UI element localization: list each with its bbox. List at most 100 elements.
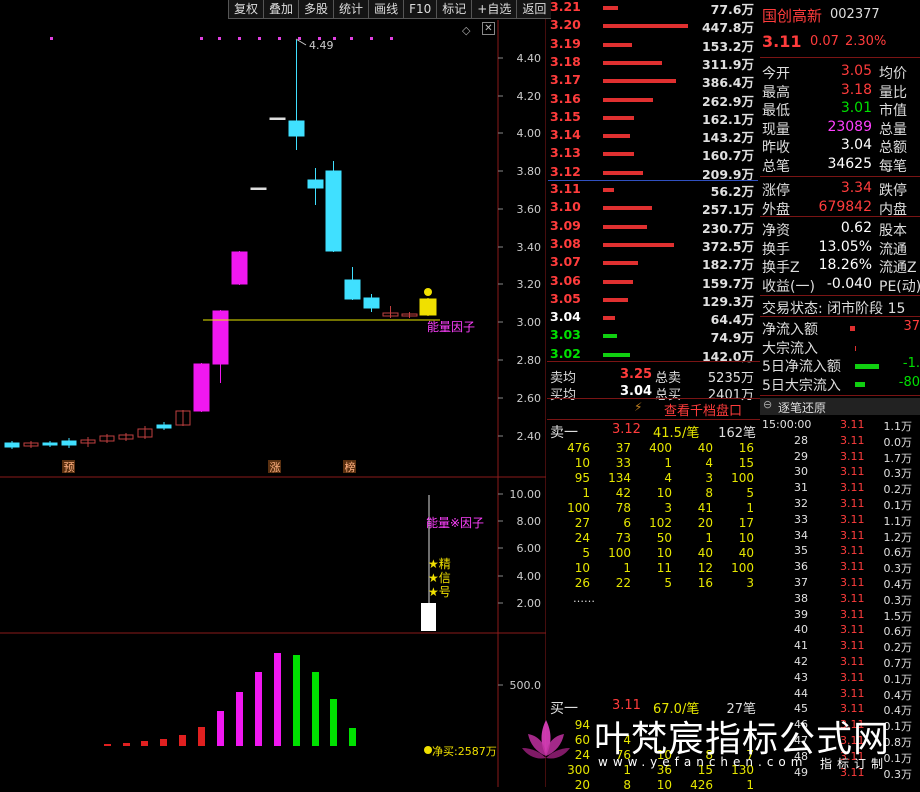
candle[interactable] [156,424,172,429]
bid-level[interactable]: 3.10 257.1万 [548,199,756,217]
ask-level[interactable]: 3.14 143.2万 [548,127,756,145]
trade-status: 交易状态: 闭市阶段 15 [762,301,906,317]
diamond-icon[interactable]: ◇ [462,24,470,37]
ask-bar [603,152,634,157]
ask-level[interactable]: 3.13 160.7万 [548,145,756,163]
queue-cell: 5 [664,576,672,590]
ask-level[interactable]: 3.19 153.2万 [548,36,756,54]
candle[interactable] [344,279,361,300]
info-key2: 总额 [879,140,907,157]
candle[interactable] [42,442,58,446]
ask-bar [603,97,653,102]
bid-level[interactable]: 3.06 159.7万 [548,273,756,291]
queue-cell: 4 [705,456,713,470]
ind-axis-label: 4.00 [517,570,542,583]
ind-axis-label: 6.00 [517,542,542,555]
energy-label: 能量因子 [427,320,475,334]
divider [760,216,920,217]
queue-cell: 12 [697,561,713,575]
kline-chart[interactable]: 4.40 4.20 4.00 3.80 3.60 3.40 3.20 3.00 2.80 2.60… [0,0,547,787]
ask-level[interactable]: 3.15 162.1万 [548,109,756,127]
candle[interactable] [363,297,380,309]
tick-row: 36 3.11 0.3万 [762,560,920,576]
candle[interactable] [419,298,437,316]
tick-price: 3.11 [840,670,865,684]
ask-level[interactable]: 3.21 77.6万 [548,0,756,17]
candle[interactable] [269,117,286,120]
divider [547,361,760,362]
tick-time: 41 [794,639,808,653]
toolbar-btn-8[interactable]: 返回 [516,0,552,19]
ticks-header[interactable]: ⊖ 逐笔还原 [760,398,920,415]
toolbar-btn-2[interactable]: 多股 [298,0,334,19]
flow-bar [850,326,855,331]
y-axis-label: 3.80 [517,165,542,178]
queue-cell: 40 [697,546,713,560]
tick-volume: 1.2万 [883,530,913,544]
queue-cell: 22 [615,576,631,590]
ask-volume: 77.6万 [710,2,754,17]
tick-price: 3.11 [840,433,865,447]
candle[interactable] [307,179,324,189]
close-icon[interactable]: ✕ [482,22,495,35]
ask-level[interactable]: 3.16 262.9万 [548,91,756,109]
flow-bar [855,382,865,387]
tick-volume: 1.1万 [883,514,913,528]
bid-level[interactable]: 3.03 74.9万 [548,327,756,345]
tick-volume: 0.3万 [883,562,913,576]
queue-cell: 1 [705,531,713,545]
tick-row: 37 3.11 0.4万 [762,576,920,591]
toolbar-btn-3[interactable]: 统计 [333,0,369,19]
stock-name[interactable]: 国创高新 [762,5,822,26]
tick-volume: 0.2万 [883,483,913,497]
queue-cell: 10 [738,531,754,545]
info-value: 3.18 [840,81,872,98]
candle[interactable] [325,170,342,252]
collapse-icon[interactable]: ⊖ [763,398,772,411]
ask-level[interactable]: 3.18 311.9万 [548,54,756,72]
queue-cell: 100 [567,501,590,515]
queue-cell: 5 [582,546,590,560]
ask-level[interactable]: 3.17 386.4万 [548,72,756,90]
toolbar-btn-5[interactable]: F10 [403,0,437,19]
candle[interactable] [212,310,229,365]
toolbar-btn-6[interactable]: 标记 [436,0,472,19]
queue-row: 5 100 10 40 40 [550,546,758,560]
candle[interactable] [288,120,305,137]
tick-price: 3.11 [840,544,865,558]
sell1-price: 3.12 [612,422,641,437]
tick-price: 3.11 [840,576,865,589]
toolbar-btn-7[interactable]: +自选 [471,0,517,19]
queue-row: 27 6 102 20 17 [550,516,758,530]
queue-cell: 10 [574,456,590,470]
bid-level[interactable]: 3.09 230.7万 [548,218,756,236]
qiandang-button[interactable]: 查看千档盘口 [664,400,742,419]
volume-bar [312,672,319,746]
queue-more[interactable]: …… [573,592,595,605]
toolbar-btn-4[interactable]: 画线 [368,0,404,19]
toolbar-btn-0[interactable]: 复权 [228,0,264,19]
candle[interactable] [250,187,267,190]
queue-cell: 26 [574,576,590,590]
bid-volume: 182.7万 [701,257,754,273]
stock-price: 3.11 [762,32,802,51]
queue-cell: 73 [615,531,631,545]
candle[interactable] [61,440,77,446]
bid-volume: 159.7万 [701,275,754,291]
bid-level[interactable]: 3.05 129.3万 [548,291,756,309]
ask-bar [603,170,643,175]
toolbar-btn-1[interactable]: 叠加 [263,0,299,19]
bid-level[interactable]: 3.07 182.7万 [548,254,756,272]
ask-level[interactable]: 3.20 447.8万 [548,17,756,35]
bid-level[interactable]: 3.08 372.5万 [548,236,756,254]
candle[interactable] [193,363,210,412]
tick-price: 3.11 [840,418,865,431]
info-row: 换手 13.05% 流通 [762,239,920,258]
bid-level[interactable]: 3.04 64.4万 [548,309,756,327]
queue-cell: 33 [615,456,631,470]
queue-cell: 1 [582,486,590,500]
candle[interactable] [231,251,248,285]
info-value: 3.05 [840,63,872,79]
candle[interactable] [4,442,20,448]
bid-level[interactable]: 3.11 56.2万 [548,181,756,199]
